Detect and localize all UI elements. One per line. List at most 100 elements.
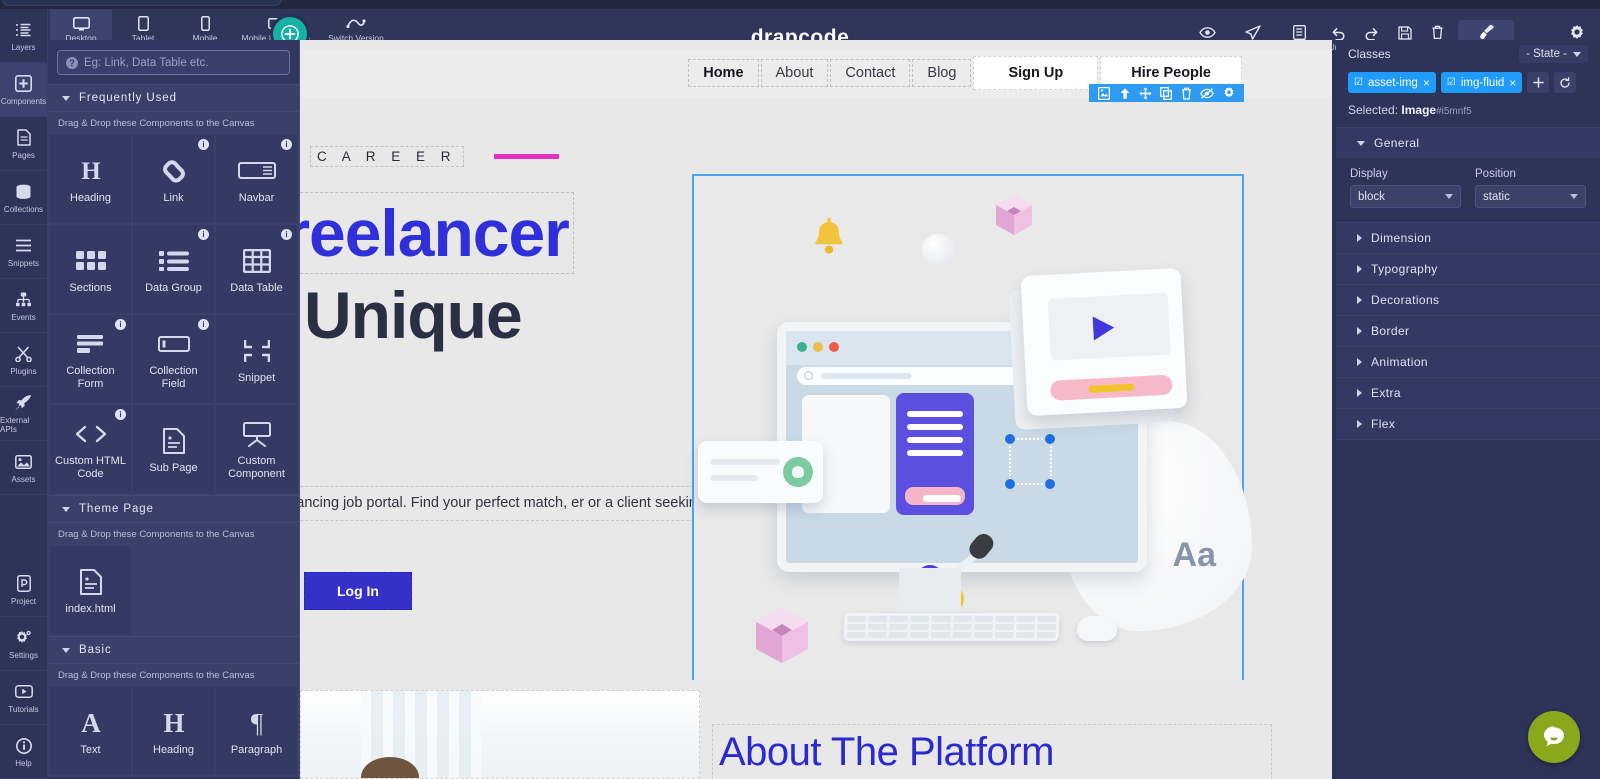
- accordion-header-border[interactable]: Border: [1336, 316, 1600, 346]
- hero-login-button[interactable]: Log In: [304, 572, 412, 610]
- accordion-header-animation[interactable]: Animation: [1336, 347, 1600, 377]
- about-title[interactable]: About The Platform: [712, 724, 1272, 779]
- chevron-down-icon: [62, 506, 70, 512]
- classes-header: Classes - State -: [1336, 40, 1600, 68]
- state-select-label: - State -: [1526, 48, 1567, 60]
- redo-icon: [1364, 25, 1379, 41]
- component-text[interactable]: A Text: [50, 687, 131, 775]
- component-index-html[interactable]: index.html: [50, 546, 131, 634]
- sidebar-item-assets[interactable]: Assets: [0, 441, 47, 495]
- component-sections[interactable]: Sections: [50, 225, 131, 313]
- sync-class-button[interactable]: [1554, 72, 1577, 93]
- sidebar-item-pages[interactable]: Pages: [0, 117, 47, 171]
- component-custom-component[interactable]: Custom Component: [216, 405, 297, 493]
- sidebar-item-collections[interactable]: Collections: [0, 171, 47, 225]
- chevron-right-icon: [1357, 358, 1362, 366]
- info-icon[interactable]: i: [281, 139, 292, 150]
- section-header-theme-page[interactable]: Theme Page: [48, 495, 299, 523]
- drag-move-icon[interactable]: [1139, 86, 1152, 100]
- remove-class-icon[interactable]: ×: [1423, 76, 1430, 90]
- settings-gear-icon[interactable]: [1223, 87, 1235, 99]
- accordion-general: General Display block Position static: [1336, 127, 1600, 222]
- accordion-title: Border: [1371, 324, 1410, 338]
- copy-icon[interactable]: [1160, 86, 1173, 100]
- accordion-header-general[interactable]: General: [1336, 128, 1600, 158]
- search-input[interactable]: [84, 56, 281, 69]
- info-icon[interactable]: i: [198, 319, 209, 330]
- accordion-header-typography[interactable]: Typography: [1336, 254, 1600, 284]
- accordion-header-dimension[interactable]: Dimension: [1336, 223, 1600, 253]
- selection-handles: [1005, 434, 1055, 489]
- add-class-button[interactable]: [1527, 72, 1550, 93]
- sidebar-item-tutorials[interactable]: Tutorials: [0, 671, 47, 725]
- accordion-header-flex[interactable]: Flex: [1336, 409, 1600, 439]
- info-icon[interactable]: i: [198, 139, 209, 150]
- sidebar-item-settings[interactable]: Settings: [0, 617, 47, 671]
- nav-button-sign-up[interactable]: Sign Up: [973, 56, 1099, 90]
- accordion-flex: Flex: [1336, 408, 1600, 439]
- switch-version-icon: [346, 15, 366, 32]
- sidebar-item-events[interactable]: Events: [0, 279, 47, 333]
- nav-link-blog[interactable]: Blog: [912, 59, 972, 87]
- component-collection-field[interactable]: i Collection Field: [133, 315, 214, 403]
- component-snippet[interactable]: Snippet: [216, 315, 297, 403]
- sidebar-item-help[interactable]: Help: [0, 725, 47, 779]
- component-navbar[interactable]: i Navbar: [216, 135, 297, 223]
- nav-link-about[interactable]: About: [760, 59, 829, 87]
- component-link[interactable]: i Link: [133, 135, 214, 223]
- component-search-box[interactable]: ?: [57, 50, 290, 75]
- info-icon[interactable]: i: [198, 229, 209, 240]
- remove-class-icon[interactable]: ×: [1509, 76, 1516, 90]
- component-custom-html-code[interactable]: i Custom HTML Code: [50, 405, 131, 493]
- section-header-frequently-used[interactable]: Frequently Used: [48, 84, 299, 112]
- component-collection-form[interactable]: i Collection Form: [50, 315, 131, 403]
- sidebar-item-plugins[interactable]: Plugins: [0, 333, 47, 387]
- component-heading[interactable]: H Heading: [50, 135, 131, 223]
- accordion-header-extra[interactable]: Extra: [1336, 378, 1600, 408]
- delete-trash-icon[interactable]: [1181, 87, 1192, 100]
- select-parent-icon[interactable]: [1098, 86, 1111, 100]
- sidebar-item-layers[interactable]: Layers: [0, 9, 47, 63]
- class-chip-asset-img[interactable]: ☑ asset-img ×: [1348, 72, 1436, 93]
- about-photo[interactable]: [300, 690, 700, 779]
- element-action-toolbar[interactable]: [1089, 84, 1244, 102]
- checkbox-checked-icon[interactable]: ☑: [1354, 77, 1363, 88]
- component-sub-page[interactable]: Sub Page: [133, 405, 214, 493]
- info-icon[interactable]: i: [281, 229, 292, 240]
- position-field: Position static: [1475, 168, 1586, 208]
- hero-illustration-image[interactable]: Aa: [692, 174, 1252, 689]
- sidebar-item-snippets[interactable]: Snippets: [0, 225, 47, 279]
- design-canvas[interactable]: Home About Contact Blog Sign Up Hire Peo…: [300, 40, 1332, 779]
- class-chip-img-fluid[interactable]: ☑ img-fluid ×: [1440, 72, 1523, 93]
- accordion-extra: Extra: [1336, 377, 1600, 408]
- selected-type: Image: [1401, 103, 1437, 117]
- component-data-table[interactable]: i Data Table: [216, 225, 297, 313]
- move-up-arrow-icon[interactable]: [1119, 87, 1131, 100]
- component-data-group[interactable]: i Data Group: [133, 225, 214, 313]
- position-select[interactable]: static: [1475, 185, 1586, 208]
- component-heading-basic[interactable]: H Heading: [133, 687, 214, 775]
- component-paragraph[interactable]: ¶ Paragraph: [216, 687, 297, 775]
- drapcode-editor: Desktop Tablet Mobile Mobile Landscape: [0, 0, 1600, 779]
- sidebar-item-components[interactable]: Components: [0, 63, 47, 117]
- sidebar-item-project[interactable]: Project: [0, 563, 47, 617]
- info-icon[interactable]: i: [115, 319, 126, 330]
- info-icon[interactable]: i: [115, 409, 126, 420]
- checkbox-checked-icon[interactable]: ☑: [1447, 77, 1456, 88]
- settings-gear-icon: [15, 628, 33, 648]
- mobile-icon: [200, 15, 210, 32]
- nav-link-contact[interactable]: Contact: [830, 59, 911, 87]
- sidebar-item-external-apis[interactable]: External APIs: [0, 387, 47, 441]
- toggle-visibility-icon[interactable]: [1200, 87, 1215, 99]
- section-header-basic[interactable]: Basic: [48, 636, 299, 664]
- chat-widget-button[interactable]: [1528, 711, 1580, 763]
- nav-link-home[interactable]: Home: [688, 59, 759, 87]
- accordion-header-decorations[interactable]: Decorations: [1336, 285, 1600, 315]
- lines-icon: [15, 236, 32, 256]
- plus-icon: [1533, 77, 1544, 88]
- chevron-down-icon: [1357, 140, 1365, 146]
- keyboard: [843, 613, 1060, 641]
- paragraph-pilcrow-icon: ¶: [242, 706, 272, 740]
- state-select[interactable]: - State -: [1519, 45, 1588, 63]
- display-select[interactable]: block: [1350, 185, 1461, 208]
